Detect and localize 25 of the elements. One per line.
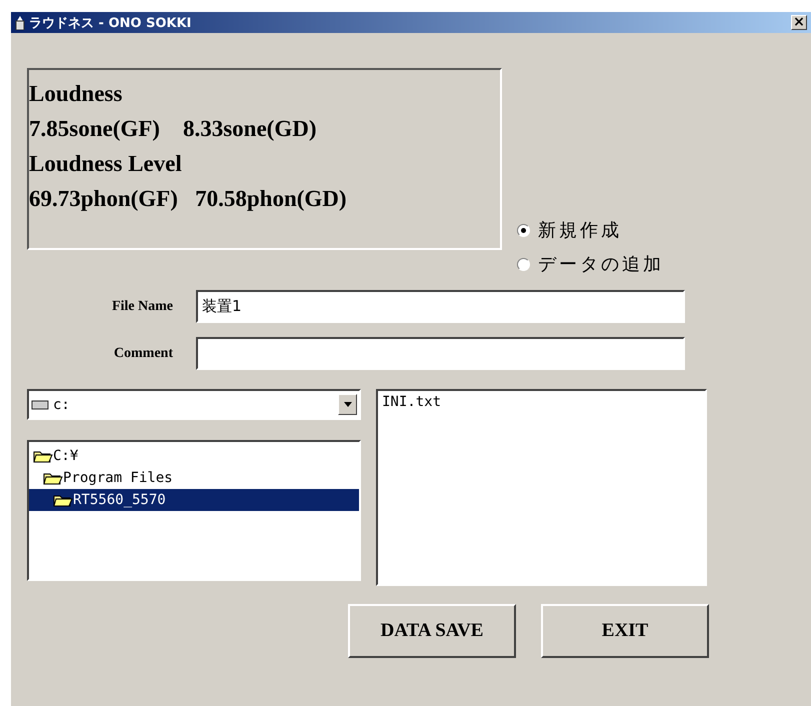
drive-value: c:: [53, 396, 71, 412]
input-field[interactable]: [196, 337, 685, 370]
result-text: 7.85sone(GF) 8.33sone(GD): [29, 115, 316, 143]
result-text: Loudness Level: [29, 150, 182, 178]
folder-item[interactable]: RT5560_5570: [29, 489, 359, 511]
mode-radio[interactable]: 新規作成: [517, 218, 664, 242]
drive-dropdown[interactable]: c:: [27, 389, 361, 420]
file-item[interactable]: INI.txt: [382, 394, 442, 410]
folder-item[interactable]: Program Files: [29, 467, 359, 489]
mode-radio[interactable]: データの追加: [517, 252, 664, 276]
result-text: Loudness: [29, 80, 122, 108]
folder-icon: [53, 493, 73, 507]
window-title: ラウドネス - ONO SOKKI: [29, 14, 192, 32]
dialog-button[interactable]: EXIT: [541, 604, 709, 658]
folder-item[interactable]: C:¥: [29, 445, 359, 467]
meter-icon: [15, 16, 25, 30]
field-label: File Name: [110, 298, 174, 314]
folder-icon: [33, 449, 53, 463]
close-button[interactable]: ×: [791, 15, 807, 30]
input-field[interactable]: 装置1: [196, 290, 685, 323]
field-label: Comment: [112, 346, 174, 362]
result-text: 69.73phon(GF) 70.58phon(GD): [29, 185, 347, 213]
drive-icon: [31, 398, 49, 410]
dialog-button[interactable]: DATA SAVE: [348, 604, 516, 658]
folder-icon: [43, 471, 63, 485]
